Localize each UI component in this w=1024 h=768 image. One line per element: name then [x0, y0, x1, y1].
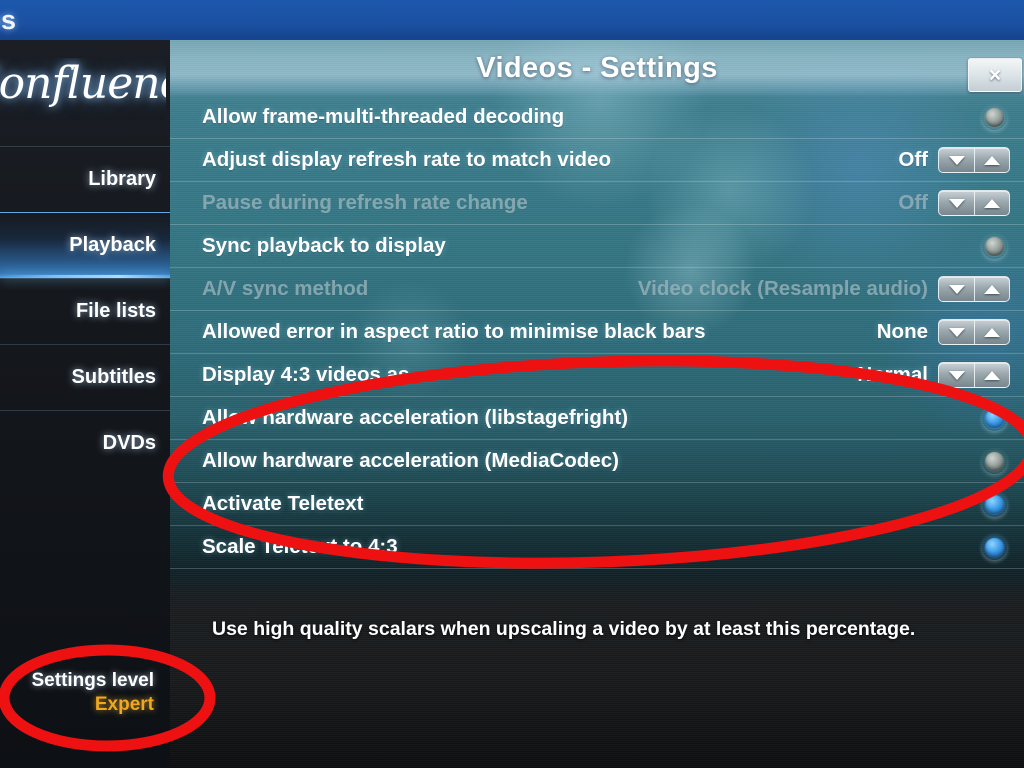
sidebar-item-playback[interactable]: Playback: [0, 212, 170, 278]
sidebar-item-label: DVDs: [102, 432, 156, 454]
dialog-titlebar: Videos - Settings: [170, 40, 1024, 96]
settings-row-value: Off: [898, 191, 928, 214]
spinner-decrement-button[interactable]: [938, 147, 974, 173]
sidebar-item-label: Library: [88, 168, 156, 190]
settings-row-value: Normal: [857, 363, 928, 386]
videos-settings-dialog: Confluence Library Playback File lists S…: [0, 40, 1024, 768]
spinner-control[interactable]: [938, 147, 1010, 173]
spinner-control[interactable]: [938, 362, 1010, 388]
chevron-down-icon: [948, 327, 965, 337]
close-button[interactable]: ×: [968, 58, 1022, 92]
confluence-skin-logo: Confluence: [0, 58, 166, 109]
settings-row[interactable]: A/V sync method Video clock (Resample aud…: [170, 268, 1024, 311]
settings-row-label: Allow frame-multi-threaded decoding: [202, 105, 565, 128]
help-description-text: Use high quality scalars when upscaling …: [212, 618, 916, 640]
toggle-on-icon[interactable]: [985, 408, 1004, 428]
settings-level-control[interactable]: Settings level Expert: [0, 670, 170, 716]
settings-row[interactable]: Allow frame-multi-threaded decoding: [170, 96, 1024, 139]
toggle-off-icon[interactable]: [985, 236, 1004, 256]
chevron-up-icon: [984, 198, 1000, 208]
settings-row[interactable]: Allow hardware acceleration (libstagefri…: [170, 397, 1024, 440]
settings-row-label: Display 4:3 videos as: [202, 363, 410, 386]
settings-row[interactable]: Sync playback to display: [170, 225, 1024, 268]
sidebar-item-dvds[interactable]: DVDs: [0, 410, 170, 476]
settings-row-label: Sync playback to display: [202, 234, 446, 257]
chevron-down-icon: [948, 284, 965, 294]
sidebar-item-label: Playback: [69, 234, 156, 256]
settings-row-label: Adjust display refresh rate to match vid…: [202, 148, 611, 171]
settings-row[interactable]: Allowed error in aspect ratio to minimis…: [170, 311, 1024, 354]
spinner-increment-button[interactable]: [974, 319, 1010, 345]
spinner-decrement-button[interactable]: [938, 190, 974, 216]
sidebar-item-label: File lists: [75, 300, 156, 322]
settings-level-label: Settings level: [31, 670, 155, 691]
settings-row-value: Video clock (Resample audio): [637, 277, 928, 300]
settings-row-value: Off: [898, 148, 928, 171]
sidebar-item-library[interactable]: Library: [0, 146, 170, 212]
sidebar-item-file-lists[interactable]: File lists: [0, 278, 170, 344]
spinner-increment-button[interactable]: [974, 362, 1010, 388]
settings-row-label: A/V sync method: [202, 277, 369, 300]
toggle-off-icon[interactable]: [985, 451, 1004, 471]
settings-level-value: Expert: [94, 694, 154, 715]
spinner-increment-button[interactable]: [974, 190, 1010, 216]
toggle-on-icon[interactable]: [985, 494, 1004, 514]
settings-row-label: Allow hardware acceleration (MediaCodec): [202, 449, 619, 472]
toggle-on-icon[interactable]: [985, 537, 1004, 557]
spinner-control[interactable]: [938, 190, 1010, 216]
chevron-up-icon: [984, 327, 1000, 337]
settings-row-value: None: [876, 320, 928, 343]
close-icon: ×: [988, 63, 1002, 87]
toggle-off-icon[interactable]: [985, 107, 1004, 127]
settings-sidebar: Confluence Library Playback File lists S…: [0, 40, 170, 768]
settings-list: Allow frame-multi-threaded decoding Adjus…: [170, 96, 1024, 569]
settings-row[interactable]: Scale Teletext to 4:3: [170, 526, 1024, 569]
chevron-up-icon: [984, 284, 1000, 294]
sidebar-item-label: Subtitles: [71, 366, 156, 388]
page-title: Videos - Settings: [476, 51, 718, 84]
settings-row[interactable]: Pause during refresh rate change Off: [170, 182, 1024, 225]
spinner-decrement-button[interactable]: [938, 319, 974, 345]
spinner-control[interactable]: [938, 276, 1010, 302]
spinner-control[interactable]: [938, 319, 1010, 345]
settings-panel: Videos - Settings × Allow frame-multi-th…: [170, 40, 1024, 768]
settings-row[interactable]: Adjust display refresh rate to match vid…: [170, 139, 1024, 182]
settings-row[interactable]: Allow hardware acceleration (MediaCodec): [170, 440, 1024, 483]
chevron-down-icon: [948, 155, 965, 165]
desktop-topbar-label: os: [0, 5, 17, 35]
chevron-up-icon: [984, 155, 1000, 165]
spinner-increment-button[interactable]: [974, 276, 1010, 302]
settings-row-label: Allowed error in aspect ratio to minimis…: [202, 320, 706, 343]
spinner-increment-button[interactable]: [974, 147, 1010, 173]
chevron-up-icon: [984, 370, 1000, 380]
sidebar-item-subtitles[interactable]: Subtitles: [0, 344, 170, 410]
spinner-decrement-button[interactable]: [938, 362, 974, 388]
settings-row-label: Activate Teletext: [202, 492, 364, 515]
settings-row-label: Scale Teletext to 4:3: [202, 535, 398, 558]
desktop-topbar: os: [0, 0, 1024, 44]
settings-row[interactable]: Display 4:3 videos as Normal: [170, 354, 1024, 397]
screen: os Confluence Library Playback File list…: [0, 0, 1024, 768]
settings-row-label: Pause during refresh rate change: [202, 191, 528, 214]
chevron-down-icon: [948, 198, 965, 208]
settings-row[interactable]: Activate Teletext: [170, 483, 1024, 526]
chevron-down-icon: [948, 370, 965, 380]
spinner-decrement-button[interactable]: [938, 276, 974, 302]
settings-row-label: Allow hardware acceleration (libstagefri…: [202, 406, 629, 429]
